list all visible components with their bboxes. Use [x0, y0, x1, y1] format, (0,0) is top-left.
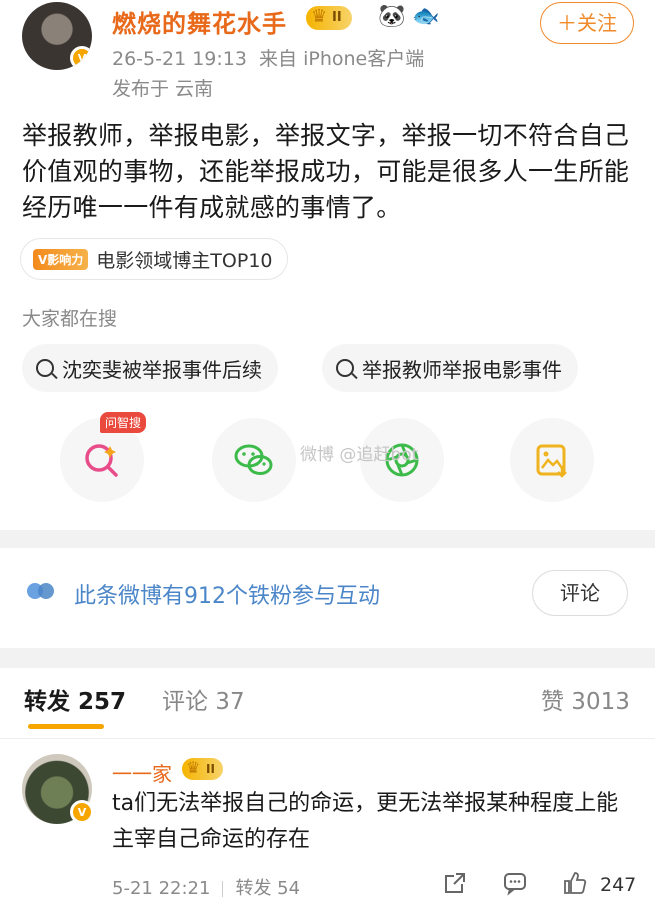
search-chip-label: 举报教师举报电影事件	[362, 357, 562, 382]
comment-button[interactable]: 评论	[532, 570, 628, 616]
search-chip-label: 沈奕斐被举报事件后续	[62, 357, 262, 382]
wechat-icon	[234, 444, 273, 475]
section-divider	[0, 648, 655, 668]
tab-divider	[0, 738, 655, 739]
thumbs-up-icon	[564, 872, 587, 894]
like-count: 247	[600, 874, 637, 896]
fans-interaction-banner: 此条微博有912个铁粉参与互动 评论	[0, 548, 655, 648]
tab-comment[interactable]: 评论 37	[162, 682, 245, 716]
comment-repost-count[interactable]: 转发 54	[235, 878, 300, 897]
post-location: 发布于 云南	[112, 78, 214, 100]
comment-meta: 5-21 22:21 转发 54	[112, 874, 300, 897]
reply-button[interactable]	[502, 870, 528, 897]
comment-icon	[504, 873, 526, 896]
tab-repost[interactable]: 转发 257	[24, 682, 126, 716]
verified-badge-icon: V	[70, 800, 94, 824]
search-chip[interactable]: 沈奕斐被举报事件后续	[22, 344, 278, 392]
panda-icon: 🐼	[378, 4, 406, 29]
share-icon	[445, 873, 465, 893]
search-icon	[336, 359, 354, 377]
verified-badge-icon: V	[70, 46, 92, 70]
hot-search-title: 大家都在搜	[22, 308, 118, 330]
post-username[interactable]: 燃烧的舞花水手	[112, 4, 287, 39]
comment-text: ta们无法举报自己的命运，更无法举报某种程度上能主宰自己命运的存在	[112, 791, 619, 852]
fans-text: 此条微博有912个铁粉参与互动	[74, 584, 380, 609]
level-badge: II	[182, 757, 223, 780]
like-button[interactable]	[562, 870, 588, 897]
ai-search-icon	[85, 444, 118, 477]
interaction-tabs: 转发 257 评论 37 赞 3013	[0, 668, 655, 730]
tab-indicator	[28, 724, 104, 729]
save-image-button[interactable]	[510, 418, 594, 502]
avatar[interactable]: V	[22, 2, 92, 70]
post-meta: 26-5-21 19:13 来自 iPhone客户端	[112, 44, 424, 71]
fans-icon	[27, 583, 54, 599]
level-badge: II	[306, 5, 352, 30]
section-divider	[0, 530, 655, 548]
image-download-icon	[536, 444, 567, 478]
comment-username[interactable]: 一一家	[112, 758, 172, 787]
wechat-share-button[interactable]	[212, 418, 296, 502]
search-icon	[36, 359, 54, 377]
comment-time: 5-21 22:21	[112, 878, 211, 897]
watermark: 微博 @追赶bot	[300, 445, 419, 465]
ai-search-button[interactable]: 问智搜	[60, 412, 147, 502]
comment-item: V 一一家 II ta们无法举报自己的命运，更无法举报某种程度上能主宰自己命运的…	[0, 742, 655, 897]
fish-icon: 🐟	[412, 4, 440, 29]
post-content: 举报教师，举报电影，举报文字，举报一切不符合自己价值观的事物，还能举报成功，可能…	[22, 121, 630, 222]
share-button[interactable]	[442, 870, 468, 897]
tab-like[interactable]: 赞 3013	[541, 682, 630, 716]
influence-tag[interactable]: V影响力 电影领域博主TOP10	[20, 238, 288, 280]
influence-badge: V影响力	[33, 248, 89, 270]
ai-search-tip: 问智搜	[100, 412, 147, 433]
influence-tag-text: 电影领域博主TOP10	[96, 249, 273, 272]
post-source: 来自 iPhone客户端	[259, 48, 425, 70]
weibo-post: V 燃烧的舞花水手 II 🐼 🐟 ＋关注 26-5-21 19:13 来自 iP…	[0, 0, 655, 530]
search-chip[interactable]: 举报教师举报电影事件	[322, 344, 578, 392]
post-timestamp: 26-5-21 19:13	[112, 48, 247, 70]
avatar[interactable]: V	[22, 754, 94, 824]
follow-button[interactable]: ＋关注	[540, 2, 634, 44]
